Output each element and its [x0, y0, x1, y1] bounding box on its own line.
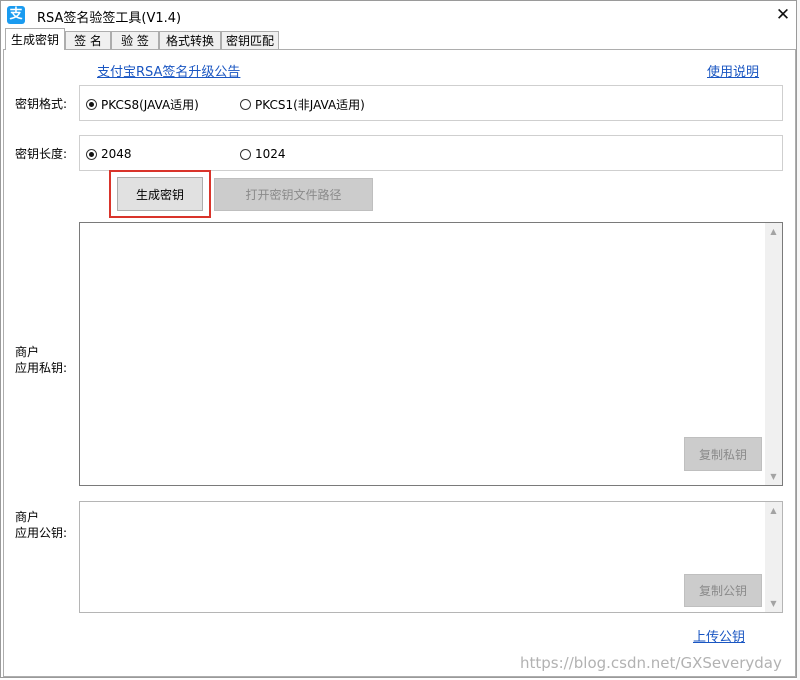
- upload-public-key-link[interactable]: 上传公钥: [693, 626, 745, 645]
- usage-link[interactable]: 使用说明: [707, 61, 759, 80]
- copy-private-key-button[interactable]: 复制私钥: [684, 437, 762, 471]
- key-length-group: [79, 135, 783, 171]
- announcement-link[interactable]: 支付宝RSA签名升级公告: [97, 61, 240, 80]
- close-icon[interactable]: ✕: [769, 2, 797, 28]
- tab-key-match[interactable]: 密钥匹配: [221, 31, 279, 49]
- radio-checked-icon[interactable]: [86, 148, 97, 160]
- scroll-up-icon[interactable]: ▲: [765, 223, 782, 240]
- private-key-scrollbar[interactable]: ▲ ▼: [765, 223, 782, 485]
- tab-verify[interactable]: 验 签: [111, 31, 159, 49]
- scroll-down-icon[interactable]: ▼: [765, 468, 782, 485]
- radio-pkcs8[interactable]: PKCS8(JAVA适用): [86, 96, 199, 113]
- private-key-value: [80, 223, 782, 231]
- radio-pkcs8-label: PKCS8(JAVA适用): [101, 98, 199, 112]
- public-key-scrollbar[interactable]: ▲ ▼: [765, 502, 782, 612]
- private-key-label-line1: 商户: [15, 345, 40, 359]
- public-key-label-line2: 应用公钥:: [15, 526, 68, 540]
- tab-sign[interactable]: 签 名: [65, 31, 111, 49]
- radio-1024-label: 1024: [255, 147, 286, 161]
- window-title: RSA签名验签工具(V1.4): [37, 11, 182, 26]
- radio-2048-label: 2048: [101, 147, 132, 161]
- title-bar[interactable]: 支 RSA签名验签工具(V1.4) ✕: [1, 1, 796, 28]
- watermark: https://blog.csdn.net/GXSeveryday: [520, 654, 782, 672]
- radio-1024[interactable]: 1024: [240, 147, 286, 161]
- radio-pkcs1[interactable]: PKCS1(非JAVA适用): [240, 96, 365, 113]
- tab-generate-key[interactable]: 生成密钥: [5, 28, 65, 50]
- generate-key-button[interactable]: 生成密钥: [117, 177, 203, 211]
- alipay-icon: 支: [7, 6, 25, 24]
- open-key-path-button[interactable]: 打开密钥文件路径: [214, 178, 373, 211]
- key-format-label: 密钥格式:: [15, 97, 68, 111]
- key-length-label: 密钥长度:: [15, 147, 68, 161]
- tab-format-convert[interactable]: 格式转换: [159, 31, 221, 49]
- radio-unchecked-icon[interactable]: [240, 148, 251, 160]
- scroll-down-icon[interactable]: ▼: [765, 595, 782, 612]
- scroll-up-icon[interactable]: ▲: [765, 502, 782, 519]
- radio-pkcs1-label: PKCS1(非JAVA适用): [255, 98, 365, 112]
- copy-public-key-button[interactable]: 复制公钥: [684, 574, 762, 607]
- private-key-label-line2: 应用私钥:: [15, 361, 68, 375]
- public-key-textarea[interactable]: ▲ ▼: [79, 501, 783, 613]
- public-key-label-line1: 商户: [15, 510, 40, 524]
- private-key-textarea[interactable]: ▲ ▼: [79, 222, 783, 486]
- radio-checked-icon[interactable]: [86, 99, 97, 110]
- radio-unchecked-icon[interactable]: [240, 99, 251, 110]
- radio-2048[interactable]: 2048: [86, 147, 132, 161]
- public-key-value: [80, 502, 782, 510]
